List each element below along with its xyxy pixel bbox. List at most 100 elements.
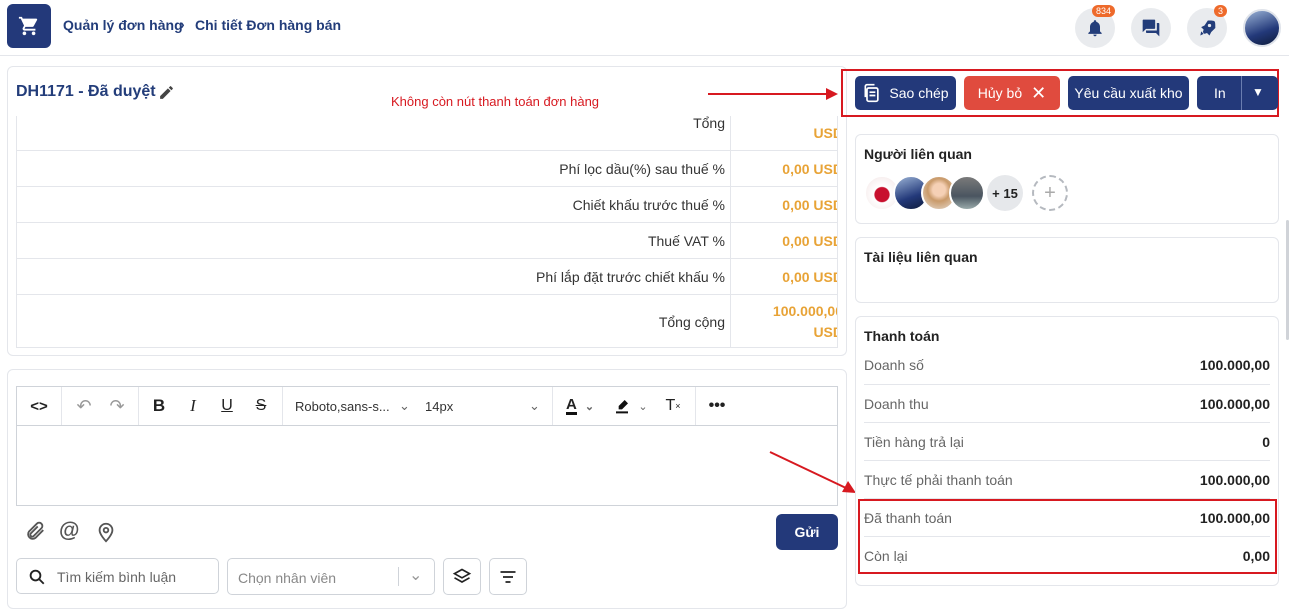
cancel-button[interactable]: Hủy bỏ ✕ (964, 76, 1060, 110)
font-size-value: 14px (425, 398, 454, 414)
caret-down-icon[interactable]: ▼ (1252, 85, 1264, 99)
related-docs-title: Tài liệu liên quan (864, 249, 978, 265)
code-view-icon[interactable]: <> (17, 387, 61, 425)
font-family-value: Roboto,sans-s... (295, 398, 390, 414)
summary-table: Tổng USD Phí lọc dầu(%) sau thuế % 0,00 … (16, 116, 838, 348)
attachment-icon[interactable] (24, 520, 46, 547)
send-label: Gửi (794, 524, 820, 540)
rocket-badge: 3 (1214, 5, 1228, 17)
summary-row-label: Thuế VAT % (647, 233, 725, 249)
payment-row-value: 100.000,00 (1199, 396, 1270, 412)
chevron-down-icon: ⌄ (529, 398, 540, 413)
breadcrumb-parent[interactable]: Quản lý đơn hàng (63, 17, 183, 33)
chevron-down-icon: ⌄ (409, 567, 423, 584)
related-person-avatar[interactable] (949, 175, 985, 211)
payment-title: Thanh toán (864, 328, 940, 344)
payment-row: Doanh thu 100.000,00 (864, 384, 1270, 422)
print-label: In (1214, 85, 1226, 101)
payment-row: Tiền hàng trả lại 0 (864, 422, 1270, 460)
annotation-arrow-top (708, 88, 838, 100)
payment-row: Thực tế phải thanh toán 100.000,00 (864, 460, 1270, 498)
more-options-icon[interactable]: ••• (702, 387, 732, 425)
related-people-title: Người liên quan (864, 146, 972, 162)
payment-row-value: 100.000,00 (1199, 357, 1270, 373)
summary-row-value: 0,00 USD (782, 269, 838, 285)
bell-badge: 834 (1092, 5, 1116, 17)
payment-row-label: Doanh số (864, 357, 924, 373)
italic-icon[interactable]: I (179, 387, 207, 425)
notification-bell-button[interactable]: 834 (1075, 5, 1116, 48)
mention-icon[interactable]: @ (59, 519, 79, 543)
close-icon: ✕ (1031, 82, 1047, 103)
payment-row-label: Tiền hàng trả lại (864, 434, 964, 450)
annotation-arrow-bottom (769, 451, 856, 493)
total-value: 100.000,00 (772, 303, 838, 319)
payment-row-label: Thực tế phải thanh toán (864, 472, 1013, 488)
employee-select[interactable]: Chọn nhân viên ⌄ (227, 558, 435, 595)
summary-partial-label: Tổng (693, 116, 725, 131)
editor-toolbar: <> ↶ ↷ B I U S Roboto,sans-s... ⌄ 14px ⌄… (17, 387, 837, 426)
text-color-icon[interactable]: A ⌄ (560, 387, 600, 425)
summary-row-label: Chiết khấu trước thuế % (572, 197, 725, 213)
summary-partial-value: USD (813, 125, 837, 141)
order-title: DH1171 - Đã duyệt (16, 83, 156, 100)
rocket-button[interactable]: 3 (1187, 5, 1228, 48)
send-button[interactable]: Gửi (776, 514, 838, 550)
payment-row-value: 100.000,00 (1199, 472, 1270, 488)
location-pin-icon[interactable] (95, 521, 117, 548)
undo-icon[interactable]: ↶ (69, 387, 99, 425)
font-size-select[interactable]: 14px ⌄ (417, 387, 547, 425)
cancel-label: Hủy bỏ (977, 85, 1023, 101)
export-request-button[interactable]: Yêu cầu xuất kho (1068, 76, 1189, 110)
layers-button[interactable] (443, 558, 481, 595)
summary-row-label: Phí lắp đặt trước chiết khấu % (536, 269, 725, 285)
print-split-button[interactable]: In ▼ (1197, 76, 1278, 110)
redo-icon[interactable]: ↷ (102, 387, 132, 425)
summary-row: Phí lọc dầu(%) sau thuế % 0,00 USD (17, 150, 838, 186)
paid-highlight-box (858, 499, 1277, 574)
cart-logo-icon[interactable] (7, 4, 51, 48)
comment-search-input[interactable]: Tìm kiếm bình luận (16, 558, 219, 594)
summary-row: Thuế VAT % 0,00 USD (17, 222, 838, 258)
chevron-down-icon: ⌄ (399, 398, 410, 413)
user-avatar[interactable] (1243, 9, 1281, 47)
bold-icon[interactable]: B (145, 387, 173, 425)
search-icon (29, 569, 45, 585)
summary-row-label: Phí lọc dầu(%) sau thuế % (559, 161, 725, 177)
related-docs-card (855, 237, 1279, 303)
summary-row: Phí lắp đặt trước chiết khấu % 0,00 USD (17, 258, 838, 294)
chat-button[interactable] (1131, 8, 1171, 48)
more-people-count[interactable]: + 15 (987, 175, 1023, 211)
rich-text-editor: <> ↶ ↷ B I U S Roboto,sans-s... ⌄ 14px ⌄… (16, 386, 838, 506)
strikethrough-icon[interactable]: S (247, 387, 275, 425)
edit-pencil-icon[interactable] (158, 84, 175, 106)
summary-total-row: Tổng cộng 100.000,00 USD (17, 294, 838, 347)
payment-row: Doanh số 100.000,00 (864, 346, 1270, 384)
underline-icon[interactable]: U (213, 387, 241, 425)
chevron-right-icon: › (180, 16, 185, 32)
annotation-note: Không còn nút thanh toán đơn hàng (391, 94, 600, 109)
filter-icon (500, 570, 516, 583)
total-currency: USD (813, 324, 837, 340)
add-person-icon[interactable]: + (1032, 175, 1068, 211)
employee-placeholder: Chọn nhân viên (238, 570, 337, 586)
breadcrumb-current: Chi tiết Đơn hàng bán (195, 17, 342, 33)
export-label: Yêu cầu xuất kho (1074, 85, 1183, 101)
copy-label: Sao chép (889, 85, 949, 101)
payment-row-label: Doanh thu (864, 396, 929, 412)
copy-button[interactable]: Sao chép (855, 76, 956, 110)
summary-row-value: 0,00 USD (782, 197, 838, 213)
total-label: Tổng cộng (658, 314, 725, 330)
summary-row-value: 0,00 USD (782, 161, 838, 177)
clear-format-icon[interactable]: T × (659, 387, 687, 425)
summary-row: Chiết khấu trước thuế % 0,00 USD (17, 186, 838, 222)
filter-button[interactable] (489, 558, 527, 595)
summary-row-value: 0,00 USD (782, 233, 838, 249)
highlight-color-icon[interactable]: ⌄ (607, 387, 655, 425)
layers-icon (452, 568, 472, 583)
summary-row-partial: Tổng USD (17, 116, 837, 150)
payment-row-value: 0 (1262, 434, 1270, 450)
search-placeholder: Tìm kiếm bình luận (57, 569, 177, 585)
editor-text-area[interactable] (17, 427, 837, 505)
font-family-select[interactable]: Roboto,sans-s... ⌄ (287, 387, 412, 425)
